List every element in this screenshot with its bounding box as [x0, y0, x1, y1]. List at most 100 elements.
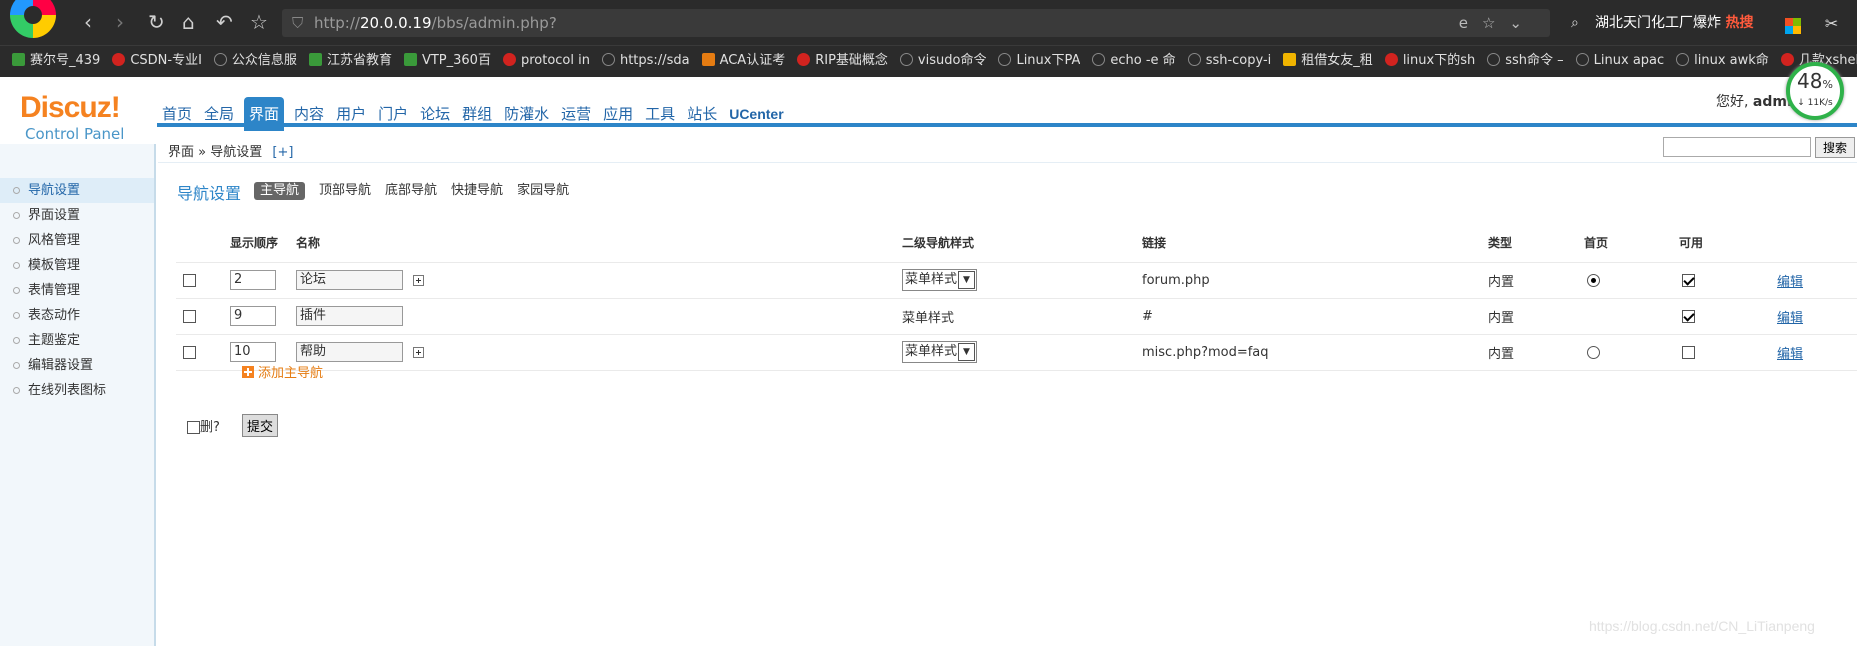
- bookmark-item[interactable]: echo -e 命: [1092, 46, 1176, 76]
- address-tools-icon[interactable]: e☆⌄: [1459, 9, 1536, 37]
- row-delete-checkbox[interactable]: [183, 345, 196, 359]
- bookmark-item[interactable]: ACA认证考: [701, 46, 785, 76]
- sidebar-item[interactable]: 界面设置: [0, 203, 154, 228]
- bookmark-item[interactable]: Linux apac: [1575, 46, 1664, 76]
- sidebar-item[interactable]: 表情管理: [0, 278, 154, 303]
- back-icon[interactable]: ‹: [84, 12, 92, 32]
- browser-logo-icon[interactable]: [10, 0, 56, 38]
- name-input[interactable]: 帮助: [296, 342, 403, 362]
- browser-toolbar: ‹ › ↻ ⌂ ↶ ☆ ⛉ http://20.0.0.19/bbs/admin…: [0, 0, 1857, 45]
- bookmark-item[interactable]: 租借女友_租: [1283, 46, 1373, 76]
- sub-tab[interactable]: 底部导航: [385, 182, 437, 200]
- col-style: 二级导航样式: [902, 224, 1142, 263]
- bookmark-item[interactable]: visudo命令: [899, 46, 987, 76]
- sub-tabs: 主导航 顶部导航 底部导航 快捷导航 家园导航: [254, 182, 583, 200]
- bookmark-item[interactable]: VTP_360百: [403, 46, 491, 76]
- bookmark-favicon-icon: [308, 53, 322, 66]
- enabled-checkbox[interactable]: [1682, 309, 1695, 323]
- chevron-down-icon: ▼: [958, 343, 975, 361]
- shield-icon: ⛉: [292, 14, 304, 32]
- apps-icon[interactable]: [1785, 17, 1801, 34]
- sidebar: 导航设置 界面设置 风格管理 模板管理 表情管理 表态动作 主题鉴定 编辑器设置 在线列表图标: [0, 144, 156, 646]
- bookmark-label: 赛尔号_439: [30, 53, 101, 68]
- bookmark-item[interactable]: Linux下PA: [998, 46, 1080, 76]
- sub-nav-style-select[interactable]: 菜单样式 ▼: [902, 269, 977, 291]
- bookmark-item[interactable]: linux下的sh: [1384, 46, 1476, 76]
- enabled-checkbox[interactable]: [1682, 273, 1695, 287]
- address-bar[interactable]: ⛉ http://20.0.0.19/bbs/admin.php? e☆⌄: [282, 9, 1550, 37]
- home-radio[interactable]: [1587, 345, 1600, 359]
- edit-link[interactable]: 编辑: [1777, 311, 1803, 326]
- hot-badge: 热搜: [1725, 15, 1754, 31]
- home-radio[interactable]: [1587, 273, 1600, 287]
- bookmark-label: linux下的sh: [1402, 53, 1476, 68]
- bookmark-item[interactable]: 赛尔号_439: [12, 46, 100, 76]
- breadcrumb-root[interactable]: 界面: [168, 145, 194, 160]
- sidebar-item[interactable]: 模板管理: [0, 253, 154, 278]
- delete-all-checkbox[interactable]: [187, 421, 200, 434]
- breadcrumb-plus[interactable]: [+]: [272, 145, 293, 160]
- address-path: /bbs/admin.php?: [431, 14, 557, 32]
- bookmark-label: visudo命令: [917, 53, 987, 68]
- enabled-checkbox[interactable]: [1682, 345, 1695, 359]
- sub-tab[interactable]: 主导航: [254, 182, 306, 200]
- sidebar-item[interactable]: 表态动作: [0, 303, 154, 328]
- forward-icon[interactable]: ›: [116, 12, 124, 32]
- discuz-logo[interactable]: Discuz!: [20, 91, 121, 125]
- col-order: 显示顺序: [230, 224, 296, 263]
- sidebar-item[interactable]: 主题鉴定: [0, 328, 154, 353]
- link-text: misc.php?mod=faq: [1142, 344, 1269, 360]
- speed-widget[interactable]: 48% ↓ 11K/s: [1786, 62, 1844, 120]
- name-input[interactable]: 论坛: [296, 270, 403, 290]
- bookmark-item[interactable]: linux awk命: [1676, 46, 1769, 76]
- add-main-nav-label: 添加主导航: [258, 366, 324, 381]
- submit-button[interactable]: 提交: [242, 414, 279, 437]
- bookmark-favicon-icon: [1384, 53, 1398, 66]
- sidebar-item[interactable]: 导航设置: [0, 178, 154, 203]
- admin-search-button[interactable]: 搜索: [1815, 137, 1855, 158]
- sidebar-item[interactable]: 在线列表图标: [0, 378, 154, 403]
- admin-search-input[interactable]: [1663, 137, 1811, 157]
- sub-tab[interactable]: 家园导航: [517, 182, 569, 200]
- bookmark-item[interactable]: 公众信息服: [213, 46, 297, 76]
- scissors-icon[interactable]: ✂: [1825, 14, 1838, 33]
- bookmark-item[interactable]: https://sda: [601, 46, 690, 76]
- order-input[interactable]: 10: [230, 342, 276, 362]
- row-delete-checkbox[interactable]: [183, 309, 196, 323]
- row-delete-checkbox[interactable]: [183, 273, 196, 287]
- bookmark-favicon-icon: [112, 53, 126, 66]
- bookmark-item[interactable]: protocol in: [502, 46, 590, 76]
- bookmark-item[interactable]: ssh-copy-i: [1187, 46, 1271, 76]
- sidebar-item[interactable]: 风格管理: [0, 228, 154, 253]
- undo-icon[interactable]: ↶: [216, 12, 233, 32]
- bookmark-label: 租借女友_租: [1301, 53, 1373, 68]
- bookmark-item[interactable]: CSDN-专业I: [112, 46, 202, 76]
- refresh-icon[interactable]: ↻: [148, 12, 165, 32]
- bookmark-favicon-icon: [1780, 53, 1794, 66]
- page-title: 导航设置: [177, 184, 242, 203]
- table-header-row: 显示顺序 名称 二级导航样式 链接 类型 首页 可用: [176, 224, 1857, 263]
- home-icon[interactable]: ⌂: [182, 12, 195, 32]
- sub-nav-style-select[interactable]: 菜单样式 ▼: [902, 341, 977, 363]
- order-input[interactable]: 9: [230, 306, 276, 326]
- sub-tab[interactable]: 顶部导航: [319, 182, 371, 200]
- col-type: 类型: [1488, 224, 1584, 263]
- edit-link[interactable]: 编辑: [1777, 275, 1803, 290]
- browser-search[interactable]: ⌕ 湖北天门化工厂爆炸 热搜: [1565, 9, 1765, 37]
- add-sub-nav-icon[interactable]: [413, 346, 424, 358]
- sub-tab[interactable]: 快捷导航: [451, 182, 503, 200]
- address-host: 20.0.0.19: [359, 14, 432, 32]
- bookmark-favicon-icon: [701, 53, 715, 66]
- bookmark-item[interactable]: RIP基础概念: [797, 46, 888, 76]
- sidebar-item[interactable]: 编辑器设置: [0, 353, 154, 378]
- bookmark-label: Linux下PA: [1016, 53, 1081, 68]
- add-main-nav-link[interactable]: 添加主导航: [242, 362, 323, 381]
- bookmark-item[interactable]: 江苏省教育: [308, 46, 392, 76]
- bookmark-item[interactable]: ssh命令 –: [1487, 46, 1564, 76]
- nav-underline: [157, 123, 1857, 127]
- name-input[interactable]: 插件: [296, 306, 403, 326]
- star-icon[interactable]: ☆: [250, 12, 268, 32]
- add-sub-nav-icon[interactable]: [413, 274, 424, 286]
- edit-link[interactable]: 编辑: [1777, 347, 1803, 362]
- order-input[interactable]: 2: [230, 270, 276, 290]
